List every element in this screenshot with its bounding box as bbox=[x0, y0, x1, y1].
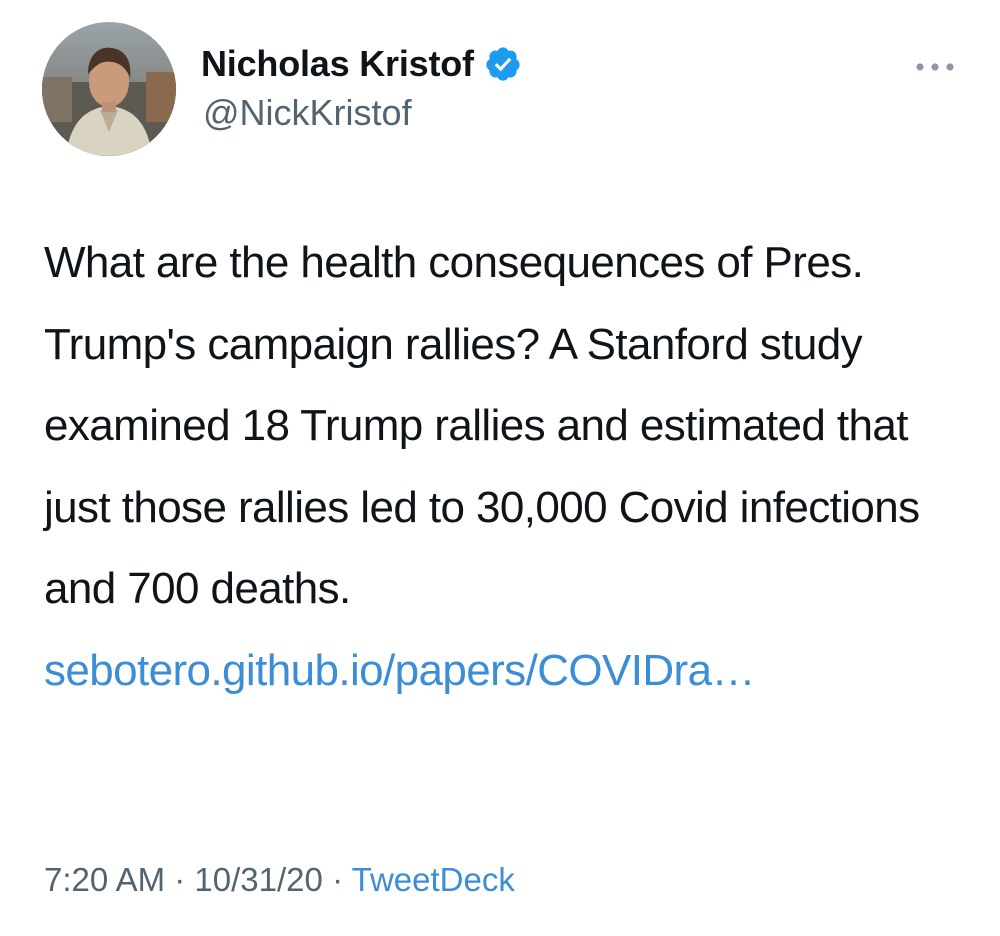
tweet-source[interactable]: TweetDeck bbox=[352, 861, 515, 898]
tweet-link[interactable]: sebotero.github.io/papers/COVIDra… bbox=[44, 646, 755, 695]
avatar-photo bbox=[42, 22, 176, 156]
tweet-date[interactable]: 10/31/20 bbox=[194, 861, 322, 898]
tweet-metadata: 7:20 AM · 10/31/20 · TweetDeck bbox=[44, 861, 515, 899]
tweet-time[interactable]: 7:20 AM bbox=[44, 861, 165, 898]
author-display-name[interactable]: Nicholas Kristof bbox=[201, 43, 474, 85]
author-avatar[interactable] bbox=[42, 22, 176, 156]
verified-badge-icon bbox=[484, 45, 522, 83]
meta-separator: · bbox=[332, 861, 344, 898]
author-handle[interactable]: @NickKristof bbox=[203, 92, 412, 134]
meta-separator: · bbox=[174, 861, 186, 898]
tweet-body: What are the health consequences of Pres… bbox=[44, 222, 964, 711]
tweet-text: What are the health consequences of Pres… bbox=[44, 238, 920, 613]
more-options-icon[interactable] bbox=[912, 52, 958, 82]
author-name-row[interactable]: Nicholas Kristof bbox=[201, 43, 522, 85]
